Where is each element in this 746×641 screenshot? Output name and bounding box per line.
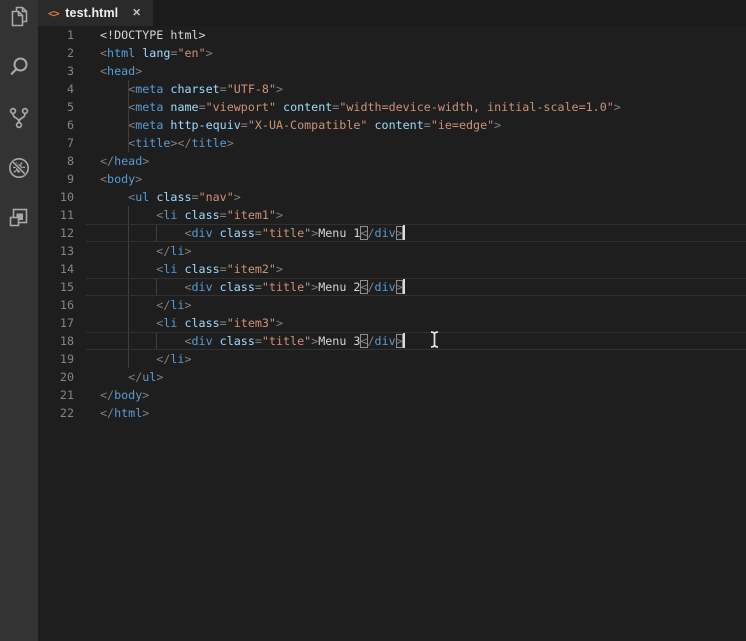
line-number: 16 [59,298,74,312]
debug-icon[interactable] [6,155,32,181]
code-line-10[interactable]: 10 <ul class="nav"> [38,188,746,206]
code-line-16[interactable]: 16 </li> [38,296,746,314]
code-line-13[interactable]: 13 </li> [38,242,746,260]
indent-guide [128,332,130,350]
indent-guide [156,278,158,296]
code-text: <html lang="en"> [100,46,213,60]
code-line-5[interactable]: 5 <meta name="viewport" content="width=d… [38,98,746,116]
indent-guide [128,296,130,314]
code-text: </li> [100,242,746,260]
indent-guide [128,350,130,368]
code-line-19[interactable]: 19 </li> [38,350,746,368]
line-number: 6 [66,118,74,132]
indent-guide [128,260,130,278]
code-line-1[interactable]: 1 <!DOCTYPE html> [38,26,746,44]
editor-group: <> test.html ✕ 1 <!DOCTYPE html> 2 <html la… [38,0,746,641]
code-text: </html> [100,406,150,420]
source-control-icon[interactable] [6,105,32,131]
code-line-18[interactable]: 18 <div class="title">Menu 3</div> [38,332,746,350]
code-line-14[interactable]: 14 <li class="item2"> [38,260,746,278]
code-line-3[interactable]: 3 <head> [38,62,746,80]
code-text: <!DOCTYPE html> [100,28,206,42]
code-text: <meta charset="UTF-8"> [128,80,284,98]
code-line-22[interactable]: 22 </html> [38,404,746,422]
line-number: 21 [59,388,74,402]
line-number: 8 [66,154,74,168]
code-text: <title></title> [128,134,234,152]
code-line-21[interactable]: 21 </body> [38,386,746,404]
code-text: <ul class="nav"> [128,190,241,204]
code-text: </ul> [128,370,164,384]
line-number: 10 [59,190,74,204]
tab-label: test.html [65,6,119,20]
code-text: <li class="item2"> [100,260,746,278]
html-file-icon: <> [48,6,60,20]
code-text: </body> [100,388,150,402]
text-cursor [402,333,405,348]
indent-guide [156,224,158,242]
code-line-8[interactable]: 8 </head> [38,152,746,170]
code-text: </li> [100,350,746,368]
line-number: 20 [59,370,74,384]
code-line-4[interactable]: 4 <meta charset="UTF-8"> [38,80,746,98]
code-text: <meta http-equiv="X-UA-Compatible" conte… [128,116,502,134]
tab-bar: <> test.html ✕ [38,0,746,26]
indent-guide [128,116,130,134]
code-line-7[interactable]: 7 <title></title> [38,134,746,152]
code-text: <meta name="viewport" content="width=dev… [128,98,621,116]
code-line-2[interactable]: 2 <html lang="en"> [38,44,746,62]
indent-guide [128,314,130,332]
code-text: <div class="title">Menu 1</div> [100,224,746,242]
line-number: 3 [66,64,74,78]
code-editor[interactable]: 1 <!DOCTYPE html> 2 <html lang="en"> 3 <head>… [38,26,746,641]
tab-test-html[interactable]: <> test.html ✕ [38,0,154,26]
indent-guide [128,98,130,116]
line-number: 7 [66,136,74,150]
indent-guide [128,134,130,152]
line-number: 15 [59,280,74,294]
indent-guide [128,278,130,296]
line-number: 17 [59,316,74,330]
line-number: 9 [66,172,74,186]
line-number: 12 [59,226,74,240]
code-text: </li> [100,296,746,314]
indent-guide [128,224,130,242]
indent-guide [128,206,130,224]
line-number: 19 [59,352,74,366]
indent-guide [128,242,130,260]
code-line-9[interactable]: 9 <body> [38,170,746,188]
line-number: 4 [66,82,74,96]
indent-guide [156,332,158,350]
explorer-icon[interactable] [6,4,32,30]
extensions-icon[interactable] [6,205,32,231]
code-text: <li class="item1"> [100,206,746,224]
line-number: 11 [59,208,74,222]
code-line-20[interactable]: 20 </ul> [38,368,746,386]
tab-close-icon[interactable]: ✕ [130,6,143,20]
code-text: <li class="item3"> [100,314,746,332]
code-line-15[interactable]: 15 <div class="title">Menu 2</div> [38,278,746,296]
text-cursor [402,225,405,240]
text-cursor [402,279,405,294]
code-text: </head> [100,154,150,168]
code-text: <head> [100,64,143,78]
code-text: <div class="title">Menu 3</div> [100,332,746,350]
code-text: <body> [100,172,143,186]
code-line-11[interactable]: 11 <li class="item1"> [38,206,746,224]
line-number: 14 [59,262,74,276]
line-number: 1 [66,28,74,42]
indent-guide [128,80,130,98]
code-line-6[interactable]: 6 <meta http-equiv="X-UA-Compatible" con… [38,116,746,134]
line-number: 22 [59,406,74,420]
activity-bar [0,0,38,641]
line-number: 13 [59,244,74,258]
line-number: 5 [66,100,74,114]
code-line-12[interactable]: 12 <div class="title">Menu 1</div> [38,224,746,242]
code-text: <div class="title">Menu 2</div> [100,278,746,296]
code-line-17[interactable]: 17 <li class="item3"> [38,314,746,332]
search-icon[interactable] [6,54,32,80]
line-number: 2 [66,46,74,60]
line-number: 18 [59,334,74,348]
